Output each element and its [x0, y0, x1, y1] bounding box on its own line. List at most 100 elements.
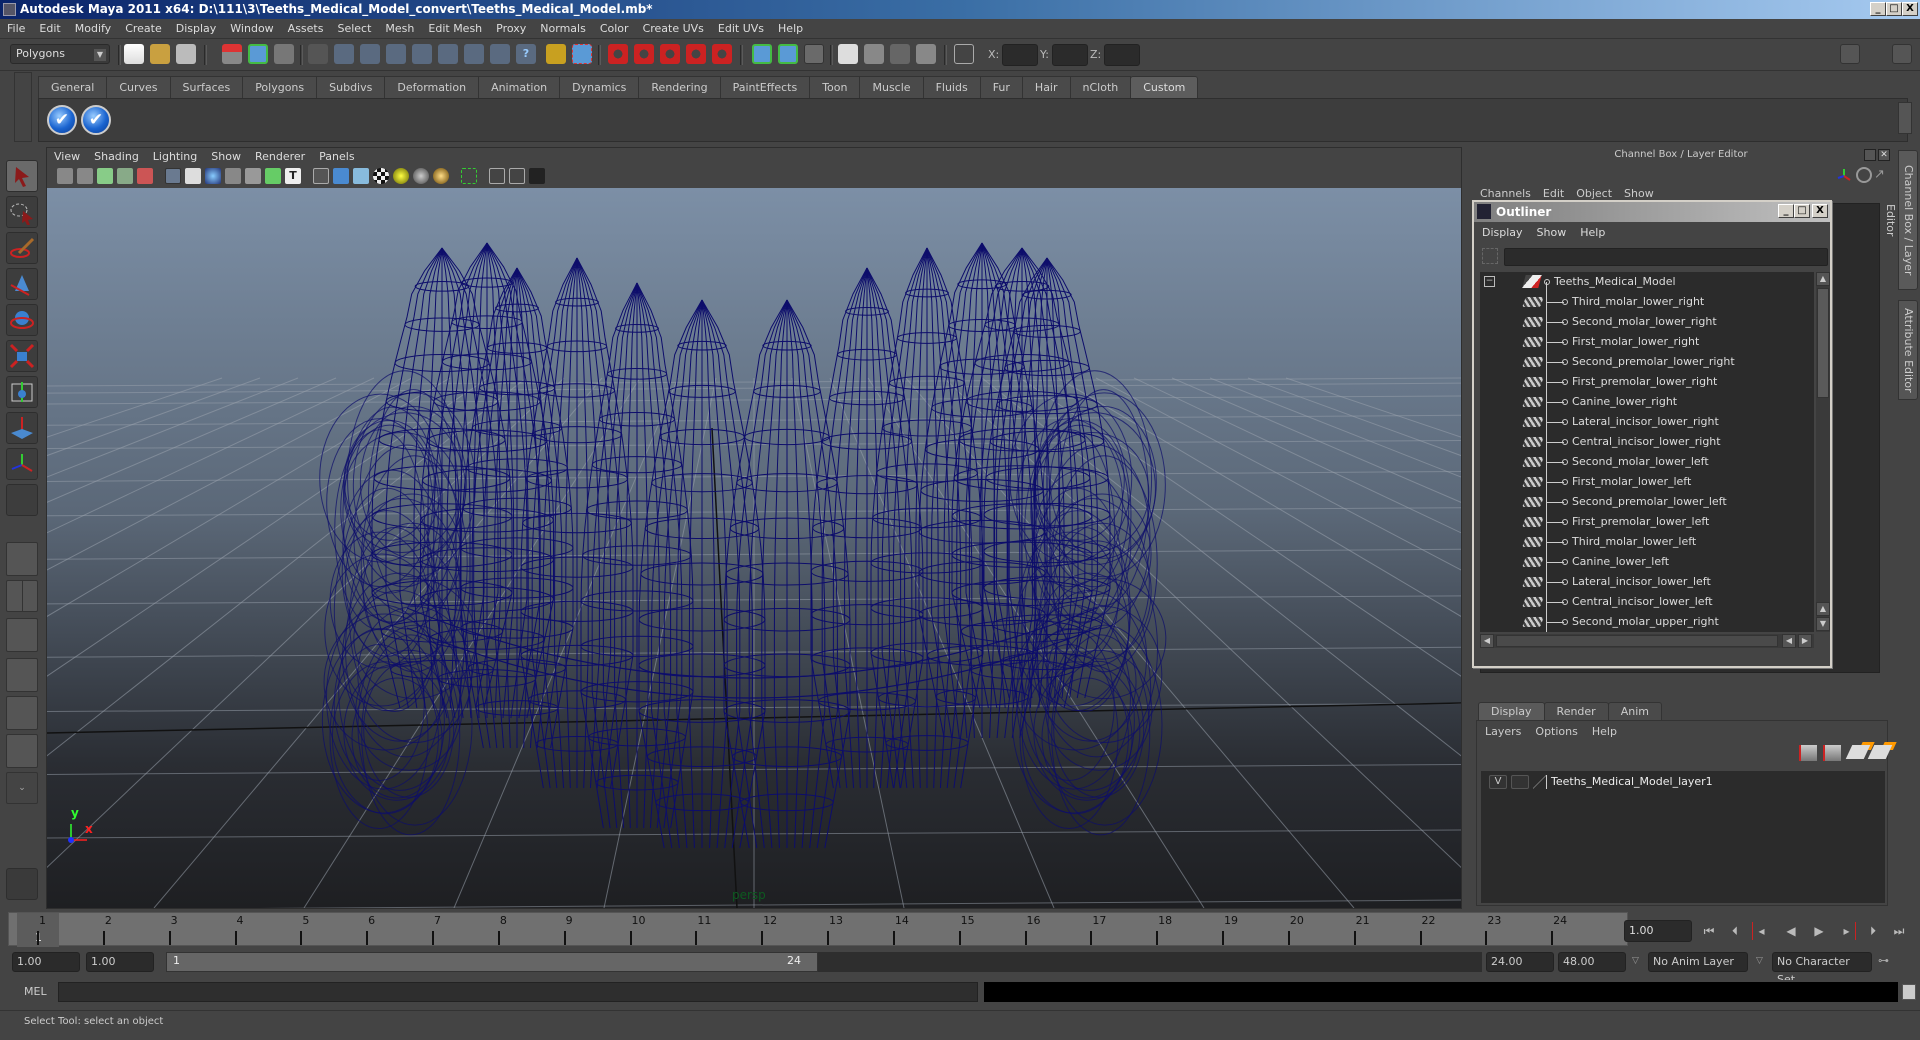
universal-manipulator-icon[interactable]: [6, 376, 38, 408]
snap-view-plane-icon[interactable]: [686, 44, 706, 64]
persp-graph-layout[interactable]: [6, 658, 38, 692]
last-tool-icon[interactable]: [6, 484, 38, 516]
shelf-tab-fluids[interactable]: Fluids: [922, 76, 981, 98]
render-settings-icon[interactable]: [916, 44, 936, 64]
float-panel-icon[interactable]: [1864, 149, 1876, 161]
outliner-close-button[interactable]: X: [1812, 204, 1828, 218]
select-object-icon[interactable]: [248, 44, 268, 64]
collapse-icon[interactable]: −: [1484, 276, 1495, 287]
surfaces-icon[interactable]: [412, 44, 432, 64]
x-input[interactable]: [1002, 44, 1038, 66]
outliner-menu-show[interactable]: Show: [1537, 226, 1567, 239]
scroll-down-icon[interactable]: ▼: [1816, 617, 1830, 631]
deformations-icon[interactable]: [438, 44, 458, 64]
shelf-tab-custom[interactable]: Custom: [1130, 76, 1199, 98]
rendering-icon[interactable]: [490, 44, 510, 64]
chevron-down-icon[interactable]: ▽: [1756, 956, 1763, 966]
go-to-start-icon[interactable]: ⏮: [1700, 922, 1718, 940]
lock-icon[interactable]: [546, 44, 566, 64]
scroll-thumb[interactable]: [1496, 635, 1778, 647]
outliner-menu-help[interactable]: Help: [1580, 226, 1605, 239]
time-slider[interactable]: 1 12345678910111213141516171819202122232…: [8, 912, 1628, 947]
shelf-tab-animation[interactable]: Animation: [478, 76, 561, 98]
move-layer-down-icon[interactable]: [1823, 745, 1841, 761]
outliner-title-bar[interactable]: Outliner _ □ X: [1474, 202, 1830, 222]
select-camera-icon[interactable]: [57, 168, 73, 184]
menu-window[interactable]: Window: [223, 19, 280, 39]
shelf-tab-fur[interactable]: Fur: [979, 76, 1023, 98]
perspective-viewport[interactable]: persp y x: [47, 188, 1461, 908]
outliner-item[interactable]: Lateral_incisor_lower_left: [1480, 572, 1800, 592]
camera-attributes-icon[interactable]: [77, 168, 93, 184]
outliner-item[interactable]: Second_premolar_lower_left: [1480, 492, 1800, 512]
menu-edit-uvs[interactable]: Edit UVs: [711, 19, 771, 39]
character-set-selector[interactable]: No Character Set: [1772, 952, 1872, 986]
shelf-tab-painteffects[interactable]: PaintEffects: [719, 76, 811, 98]
paint-select-tool-icon[interactable]: [6, 232, 38, 264]
lasso-tool-icon[interactable]: [6, 196, 38, 228]
menu-modify[interactable]: Modify: [68, 19, 118, 39]
outliner-root-item[interactable]: − Teeths_Medical_Model: [1480, 272, 1800, 292]
layer-menu-layers[interactable]: Layers: [1485, 725, 1521, 738]
menu-help[interactable]: Help: [771, 19, 810, 39]
shelf-tab-ncloth[interactable]: nCloth: [1069, 76, 1132, 98]
menu-file[interactable]: File: [0, 19, 32, 39]
layer-template-toggle[interactable]: [1511, 775, 1529, 789]
step-forward-key-icon[interactable]: ⏵: [1864, 922, 1882, 940]
shelf-tab-hair[interactable]: Hair: [1021, 76, 1071, 98]
grid-icon[interactable]: [165, 168, 181, 184]
new-scene-icon[interactable]: [124, 44, 144, 64]
range-start-handle[interactable]: 1: [173, 954, 180, 967]
image-plane-icon[interactable]: [117, 168, 133, 184]
outliner-item[interactable]: Central_incisor_lower_right: [1480, 432, 1800, 452]
scroll-up-icon[interactable]: ▲: [1816, 602, 1830, 616]
outliner-maximize-button[interactable]: □: [1794, 204, 1810, 218]
bookmarks-icon[interactable]: [97, 168, 113, 184]
shelf-tab-general[interactable]: General: [38, 76, 108, 98]
hyper-icon[interactable]: ↗: [1874, 167, 1888, 182]
outliner-vertical-scrollbar[interactable]: ▲ ▲ ▼: [1816, 272, 1830, 632]
resolution-gate-icon[interactable]: [205, 168, 221, 184]
menu-proxy[interactable]: Proxy: [489, 19, 533, 39]
shelf-tab-surfaces[interactable]: Surfaces: [169, 76, 244, 98]
viewport-menu-show[interactable]: Show: [204, 148, 248, 166]
outliner-item[interactable]: First_premolar_lower_right: [1480, 372, 1800, 392]
viewport-menu-shading[interactable]: Shading: [87, 148, 146, 166]
playback-start-field[interactable]: 1.00: [86, 952, 154, 972]
outliner-item[interactable]: Second_molar_lower_right: [1480, 312, 1800, 332]
play-forwards-icon[interactable]: ▶: [1810, 922, 1828, 940]
safe-action-icon[interactable]: [265, 168, 281, 184]
menu-assets[interactable]: Assets: [281, 19, 331, 39]
viewport-menu-panels[interactable]: Panels: [312, 148, 361, 166]
outliner-persp-layout[interactable]: [6, 618, 38, 652]
field-chart-icon[interactable]: [245, 168, 261, 184]
outliner-minimize-button[interactable]: _: [1778, 204, 1794, 218]
outliner-filter-input[interactable]: [1504, 248, 1828, 266]
minimize-button[interactable]: _: [1870, 2, 1886, 16]
persp-graph-hypergraph-layout[interactable]: [6, 734, 38, 768]
tab-channel-box[interactable]: Channel Box / Layer Editor: [1884, 150, 1918, 290]
outliner-item[interactable]: Second_premolar_lower_right: [1480, 352, 1800, 372]
scroll-right-icon[interactable]: ▶: [1798, 634, 1812, 648]
share-icon[interactable]: [529, 168, 545, 184]
handles-icon[interactable]: [334, 44, 354, 64]
outliner-item[interactable]: Third_molar_lower_left: [1480, 532, 1800, 552]
channel-menu-channels[interactable]: Channels: [1480, 187, 1531, 200]
shelf-tab-curves[interactable]: Curves: [106, 76, 171, 98]
playback-end-field[interactable]: 24.00: [1486, 952, 1554, 972]
more-layouts[interactable]: ⌄: [6, 772, 38, 804]
rotate-tool-icon[interactable]: [6, 304, 38, 336]
save-scene-icon[interactable]: [176, 44, 196, 64]
viewport-menu-renderer[interactable]: Renderer: [248, 148, 312, 166]
select-component-icon[interactable]: [274, 44, 294, 64]
scroll-thumb[interactable]: [1817, 288, 1829, 398]
select-hierarchy-icon[interactable]: [222, 44, 242, 64]
transform-input-icon[interactable]: [954, 44, 974, 64]
scroll-left-icon[interactable]: ◀: [1480, 634, 1494, 648]
outliner-item[interactable]: First_molar_lower_left: [1480, 472, 1800, 492]
close-button[interactable]: X: [1902, 2, 1918, 16]
hypershade-persp-layout[interactable]: [6, 696, 38, 730]
anim-layer-selector[interactable]: No Anim Layer: [1648, 952, 1748, 972]
play-backwards-icon[interactable]: ◀: [1782, 922, 1800, 940]
shadows-icon[interactable]: [413, 168, 429, 184]
